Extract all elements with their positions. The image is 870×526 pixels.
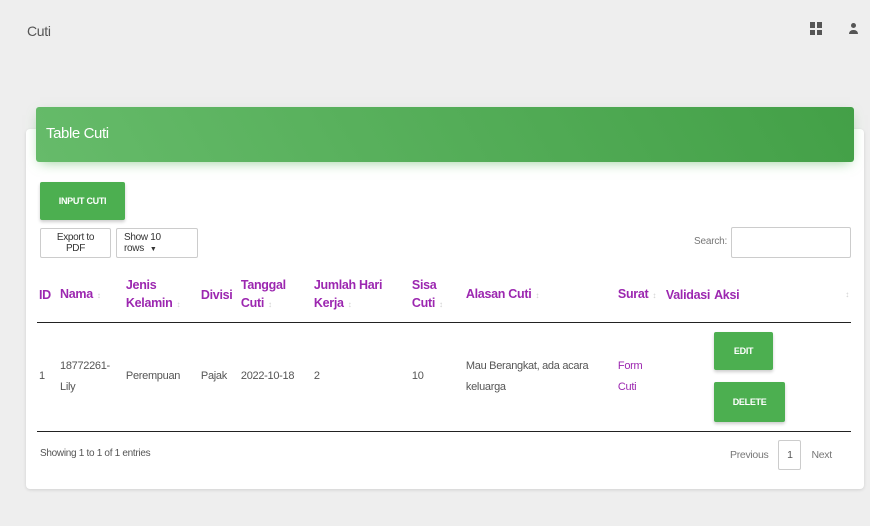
- dashboard-icon[interactable]: [810, 22, 822, 35]
- page-title: Cuti: [27, 23, 51, 39]
- card-title: Table Cuti: [46, 125, 109, 142]
- caret-down-icon: ▼: [149, 246, 157, 253]
- cuti-table: ID Nama ↕ Jenis Kelamin ↕ Divisi Tanggal C…: [37, 268, 851, 432]
- column-header-sisa-cuti[interactable]: Sisa Cuti ↕: [409, 268, 464, 323]
- column-header-alasan-cuti[interactable]: Alasan Cuti ↕: [463, 268, 616, 323]
- edit-button[interactable]: EDIT: [714, 331, 774, 370]
- next-button[interactable]: Next: [811, 449, 832, 461]
- column-header-jumlah-hari-kerja[interactable]: Jumlah Hari Kerja ↕: [311, 268, 410, 323]
- column-header-id[interactable]: ID: [37, 268, 58, 323]
- person-icon[interactable]: [848, 22, 860, 35]
- sort-icon: ↕: [845, 289, 849, 299]
- column-header-nama[interactable]: Nama ↕: [58, 268, 124, 323]
- sort-icon: ↕: [96, 290, 101, 300]
- search-input[interactable]: [731, 227, 851, 258]
- column-header-tanggal-cuti[interactable]: Tanggal Cuti ↕: [238, 268, 312, 323]
- cell-jenis-kelamin: Perempuan: [123, 322, 199, 432]
- column-header-jenis-kelamin[interactable]: Jenis Kelamin ↕: [123, 268, 199, 323]
- column-header-validasi[interactable]: Validasi: [663, 268, 713, 323]
- cell-nama: 18772261-Lily: [58, 322, 124, 432]
- table-info: Showing 1 to 1 of 1 entries: [40, 448, 151, 459]
- cell-id: 1: [37, 322, 58, 432]
- column-header-surat[interactable]: Surat ↕: [615, 268, 664, 323]
- sort-icon: ↕: [535, 290, 540, 300]
- table-row: 1 18772261-Lily Perempuan Pajak 2022-10-…: [37, 322, 851, 432]
- pagination: Previous 1 Next: [730, 440, 832, 470]
- show-rows-button[interactable]: Show 10 rows ▼: [116, 228, 198, 258]
- form-cuti-link[interactable]: Form Cuti: [615, 322, 664, 432]
- table-header-row: ID Nama ↕ Jenis Kelamin ↕ Divisi Tanggal C…: [37, 268, 851, 323]
- cell-validasi: [663, 322, 713, 432]
- cell-tanggal-cuti: 2022-10-18: [238, 322, 312, 432]
- cell-alasan-cuti: Mau Berangkat, ada acara keluarga: [463, 322, 616, 432]
- search-label: Search:: [694, 236, 728, 247]
- cell-sisa-cuti: 10: [409, 322, 464, 432]
- sort-icon: ↕: [347, 299, 352, 309]
- sort-icon: ↕: [268, 299, 272, 309]
- column-header-aksi[interactable]: Aksi ↕: [712, 268, 851, 323]
- cell-jumlah-hari-kerja: 2: [311, 322, 410, 432]
- column-header-divisi[interactable]: Divisi: [198, 268, 239, 323]
- cell-aksi: EDIT DELETE: [712, 322, 851, 432]
- top-navbar: Cuti: [0, 0, 870, 62]
- sort-icon: ↕: [439, 299, 443, 309]
- sort-icon: ↕: [176, 299, 181, 309]
- card-header: Table Cuti: [36, 107, 854, 162]
- page-1-button[interactable]: 1: [778, 440, 802, 470]
- input-cuti-button[interactable]: INPUT CUTI: [40, 182, 125, 220]
- delete-button[interactable]: DELETE: [714, 381, 786, 422]
- export-pdf-button[interactable]: Export to PDF: [40, 228, 111, 258]
- sort-icon: ↕: [652, 290, 657, 300]
- cell-divisi: Pajak: [198, 322, 239, 432]
- previous-button[interactable]: Previous: [730, 449, 769, 461]
